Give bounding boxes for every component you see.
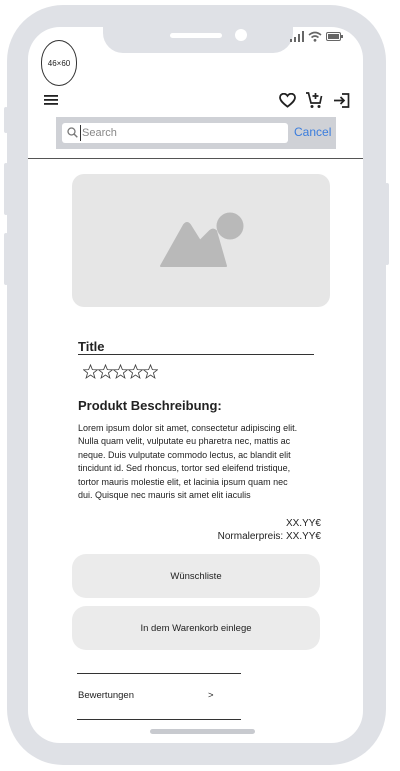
side-button-top	[4, 107, 8, 133]
description-text: Lorem ipsum dolor sit amet, consectetur …	[78, 423, 298, 501]
search-bar: Cancel	[56, 117, 336, 149]
avatar-label: 46×60	[47, 58, 71, 68]
reviews-row[interactable]: Bewertungen >	[78, 690, 218, 704]
hamburger-menu-icon[interactable]	[44, 94, 58, 106]
search-box	[62, 123, 288, 143]
heart-icon[interactable]	[279, 93, 296, 108]
header-divider	[28, 158, 363, 159]
reviews-divider-top	[77, 673, 241, 674]
search-icon	[67, 127, 78, 138]
product-image[interactable]	[72, 174, 330, 307]
search-input[interactable]	[80, 125, 282, 141]
notch	[103, 27, 293, 53]
login-icon[interactable]	[333, 93, 350, 108]
signal-icon	[290, 30, 304, 42]
add-to-cart-button[interactable]: In dem Warenkorb einlege	[72, 606, 320, 650]
chevron-right-icon: >	[208, 690, 214, 701]
price: XX.YY€	[285, 518, 321, 529]
normal-price: Normalerpreis: XX.YY€	[217, 531, 321, 542]
image-placeholder-icon	[160, 212, 244, 267]
side-button-volume-up	[4, 163, 8, 215]
avatar[interactable]: 46×60	[41, 40, 77, 86]
speaker	[170, 33, 222, 38]
status-bar	[290, 29, 343, 43]
product-title: Title	[78, 339, 314, 355]
home-indicator[interactable]	[150, 729, 255, 734]
add-to-cart-icon[interactable]	[305, 91, 323, 109]
star-outline-icon[interactable]	[143, 364, 158, 379]
wishlist-button[interactable]: Wünschliste	[72, 554, 320, 598]
description-heading: Produkt Beschreibung:	[78, 398, 222, 413]
phone-screen: 46×60 Cancel	[28, 27, 363, 743]
camera	[235, 29, 247, 41]
star-outline-icon[interactable]	[113, 364, 128, 379]
battery-icon	[326, 31, 343, 41]
star-outline-icon[interactable]	[98, 364, 113, 379]
side-button-power	[385, 183, 389, 265]
star-outline-icon[interactable]	[128, 364, 143, 379]
reviews-divider-bottom	[77, 719, 241, 720]
side-button-volume-down	[4, 233, 8, 285]
rating-stars[interactable]	[83, 364, 158, 379]
cancel-button[interactable]: Cancel	[294, 125, 331, 139]
wifi-icon	[308, 31, 322, 42]
star-outline-icon[interactable]	[83, 364, 98, 379]
reviews-label: Bewertungen	[78, 690, 134, 701]
